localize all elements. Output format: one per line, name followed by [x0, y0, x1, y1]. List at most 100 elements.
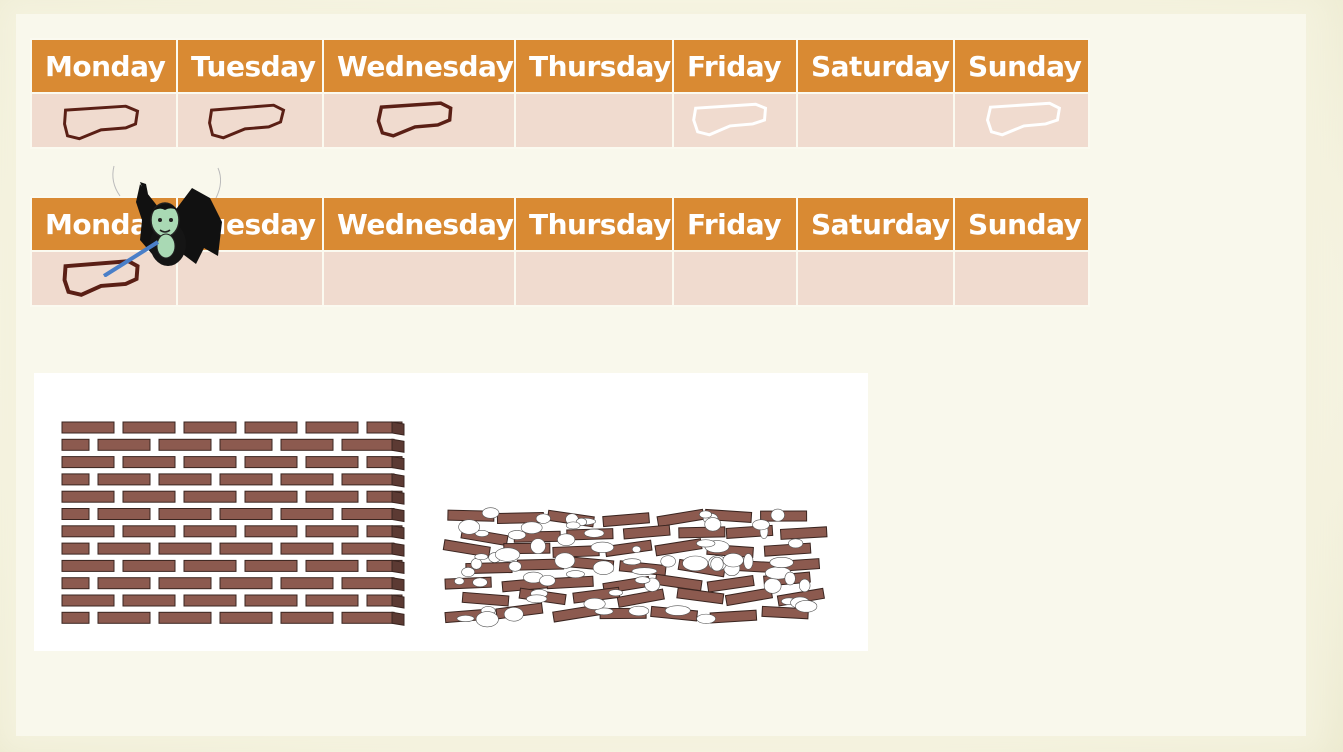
- mortar-blob: [503, 606, 524, 622]
- mortar-blob: [795, 600, 818, 613]
- brick: [341, 473, 395, 486]
- brick: [280, 508, 334, 520]
- mortar-blob: [770, 508, 785, 522]
- day-cell-friday[interactable]: [672, 92, 798, 149]
- brick: [706, 574, 755, 593]
- brick: [61, 438, 90, 451]
- dark-rock-icon[interactable]: [32, 94, 176, 147]
- mortar-blob: [474, 553, 489, 561]
- brick-side: [391, 594, 405, 609]
- brick: [656, 508, 705, 528]
- white-rock-icon[interactable]: [955, 94, 1088, 147]
- day-cell-monday[interactable]: [30, 92, 178, 149]
- brick: [219, 438, 273, 451]
- brick: [219, 577, 273, 590]
- brick-side: [391, 490, 405, 505]
- mortar-blob: [530, 538, 546, 554]
- mortar-blob: [763, 577, 782, 594]
- mortar-blob: [481, 507, 500, 519]
- mortar-blob: [622, 558, 642, 566]
- dark-rock-icon[interactable]: [324, 94, 514, 147]
- day-cell-wednesday[interactable]: [322, 92, 516, 149]
- brick: [280, 438, 334, 451]
- day-cell-sunday[interactable]: [953, 250, 1090, 307]
- mortar-blob: [722, 553, 744, 568]
- mortar-blob: [696, 613, 716, 624]
- day-cell-thursday[interactable]: [514, 250, 674, 307]
- mortar-blob: [798, 578, 811, 593]
- brick: [602, 512, 650, 528]
- brick: [158, 542, 212, 555]
- brick: [779, 526, 828, 540]
- brick: [305, 525, 359, 538]
- mortar-blob: [535, 513, 551, 524]
- brick-side: [391, 456, 405, 471]
- brick: [280, 473, 334, 486]
- brick: [305, 490, 359, 503]
- brick: [158, 611, 212, 624]
- mortar-blob: [470, 558, 483, 570]
- brick: [122, 594, 176, 607]
- mortar-blob: [458, 519, 481, 535]
- brick: [616, 588, 665, 608]
- day-cell-wednesday[interactable]: [322, 250, 516, 307]
- mortar-blob: [788, 538, 804, 549]
- mortar-blob: [628, 605, 650, 617]
- brick: [622, 524, 671, 540]
- mortar-blob: [704, 517, 722, 532]
- mortar-blob: [634, 576, 651, 584]
- brick: [97, 577, 151, 590]
- brick-side: [391, 525, 405, 540]
- brick: [219, 508, 273, 520]
- day-header-friday: Friday: [672, 38, 798, 94]
- day-cell-thursday[interactable]: [514, 92, 674, 149]
- day-header-monday: Monday: [30, 38, 178, 94]
- white-rock-icon[interactable]: [674, 94, 796, 147]
- brick: [219, 542, 273, 555]
- day-cell-saturday[interactable]: [796, 250, 955, 307]
- brick: [122, 490, 176, 503]
- brick: [244, 421, 298, 434]
- brick: [122, 559, 176, 572]
- mortar-blob: [454, 577, 465, 585]
- mortar-blob: [784, 571, 796, 586]
- dark-rock-icon[interactable]: [178, 94, 322, 147]
- mortar-blob: [631, 567, 658, 575]
- brick-side: [391, 611, 405, 626]
- brick: [97, 508, 151, 520]
- day-cell-friday[interactable]: [672, 250, 798, 307]
- day-cell-saturday[interactable]: [796, 92, 955, 149]
- brick: [97, 542, 151, 555]
- brick: [97, 473, 151, 486]
- brick: [244, 594, 298, 607]
- day-cell-tuesday[interactable]: [176, 92, 324, 149]
- mortar-blob: [566, 570, 585, 579]
- brick: [219, 473, 273, 486]
- brick: [97, 611, 151, 624]
- brick: [305, 594, 359, 607]
- day-cell-sunday[interactable]: [953, 92, 1090, 149]
- brick-side: [391, 542, 405, 557]
- brick: [244, 456, 298, 469]
- brick: [61, 542, 90, 555]
- brick: [280, 542, 334, 555]
- mortar-blob: [664, 605, 691, 616]
- vampire-bat-mascot-icon[interactable]: [100, 162, 230, 277]
- mortar-blob: [743, 553, 754, 570]
- brick: [61, 421, 115, 434]
- week-header-row: Monday Tuesday Wednesday Thursday Friday…: [30, 38, 1090, 94]
- day-header-wednesday: Wednesday: [322, 38, 516, 94]
- brick-side: [391, 559, 405, 574]
- mortar-blob: [752, 519, 770, 531]
- day-header-thursday: Thursday: [514, 196, 674, 252]
- brick: [244, 525, 298, 538]
- brick: [305, 456, 359, 469]
- brick: [341, 542, 395, 555]
- mortar-blob: [494, 547, 521, 562]
- intact-brick-wall-icon: [61, 421, 405, 626]
- mortar-blob: [508, 561, 522, 572]
- brick-side: [391, 577, 405, 592]
- brick: [61, 594, 115, 607]
- brick: [61, 456, 115, 469]
- day-header-thursday: Thursday: [514, 38, 674, 94]
